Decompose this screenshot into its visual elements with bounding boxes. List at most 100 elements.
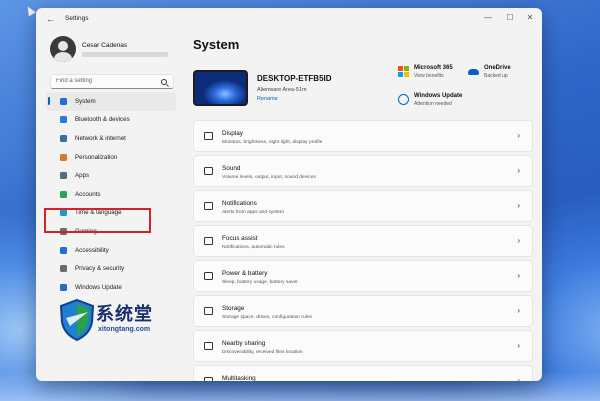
setting-title: Sound xyxy=(222,165,241,172)
avatar[interactable] xyxy=(50,36,76,62)
chevron-right-icon: › xyxy=(517,341,520,350)
update-icon xyxy=(398,94,409,105)
sidebar-item-personalization[interactable]: Personalization xyxy=(46,148,176,167)
watermark-chinese-text: 系统堂 xyxy=(96,304,153,325)
sidebar-item-label: Accessibility xyxy=(75,246,109,254)
sidebar-item-bluetooth-devices[interactable]: Bluetooth & devices xyxy=(46,111,176,130)
quick-link-subtitle: View benefits xyxy=(414,73,444,79)
update-icon xyxy=(60,283,67,291)
device-name: DESKTOP-ETFB5ID xyxy=(257,74,332,83)
minimize-button[interactable]: — xyxy=(478,12,498,24)
setting-card-display[interactable]: Display Monitors, brightness, night light… xyxy=(193,120,533,152)
sidebar-item-windows-update[interactable]: Windows Update xyxy=(46,278,176,297)
system-icon xyxy=(60,97,67,105)
rename-link[interactable]: Rename xyxy=(257,96,278,102)
setting-card-power-battery[interactable]: Power & battery Sleep, battery usage, bat… xyxy=(193,260,533,292)
setting-card-nearby-sharing[interactable]: Nearby sharing Discoverability, received … xyxy=(193,330,533,362)
sidebar-item-label: Accounts xyxy=(75,190,101,198)
setting-card-multitasking[interactable]: Multitasking › xyxy=(193,365,533,381)
wifi-icon xyxy=(60,134,67,142)
search-box[interactable] xyxy=(50,74,174,89)
setting-card-storage[interactable]: Storage Storage space, drives, configurat… xyxy=(193,295,533,327)
shield-icon xyxy=(60,265,67,273)
sidebar-item-accounts[interactable]: Accounts xyxy=(46,185,176,204)
device-model: Alienware Area-51m xyxy=(257,87,307,93)
sidebar-item-privacy-security[interactable]: Privacy & security xyxy=(46,259,176,278)
sidebar-item-network-internet[interactable]: Network & internet xyxy=(46,129,176,148)
setting-title: Focus assist xyxy=(222,235,258,242)
sidebar-item-system[interactable]: System xyxy=(46,92,176,111)
page-title: System xyxy=(193,37,240,52)
brush-icon xyxy=(60,153,67,161)
apps-icon xyxy=(60,172,67,180)
setting-title: Power & battery xyxy=(222,270,268,277)
setting-title: Nearby sharing xyxy=(222,340,266,347)
setting-subtitle: Monitors, brightness, night light, displ… xyxy=(222,140,323,145)
microsoft-icon xyxy=(398,66,409,77)
chevron-right-icon: › xyxy=(517,201,520,210)
title-bar: ← Settings — ☐ ✕ xyxy=(36,8,542,30)
quick-link-title: OneDrive xyxy=(484,65,511,71)
share-icon xyxy=(204,342,213,350)
highlight-box xyxy=(44,208,151,233)
setting-subtitle: Volume levels, output, input, sound devi… xyxy=(222,175,316,180)
watermark-logo: 系统堂 xitongtang.com xyxy=(58,296,188,348)
chevron-right-icon: › xyxy=(517,131,520,140)
quick-link-windows-update[interactable]: Windows Update Attention needed xyxy=(398,93,462,107)
sidebar-item-label: Privacy & security xyxy=(75,265,125,273)
setting-subtitle: Sleep, battery usage, battery saver xyxy=(222,280,298,285)
quick-link-title: Microsoft 365 xyxy=(414,65,453,71)
maximize-button[interactable]: ☐ xyxy=(500,12,520,24)
search-icon[interactable] xyxy=(161,79,167,85)
moon-icon xyxy=(204,237,213,245)
drive-icon xyxy=(204,307,213,315)
quick-link-subtitle: Attention needed xyxy=(414,101,452,107)
settings-list: Display Monitors, brightness, night light… xyxy=(193,120,533,381)
quick-link-onedrive[interactable]: OneDrive Backed up xyxy=(468,65,511,79)
sidebar-nav: System Bluetooth & devices Network & inter… xyxy=(46,92,176,297)
setting-subtitle: Storage space, drives, configuration rul… xyxy=(222,315,312,320)
chevron-right-icon: › xyxy=(517,271,520,280)
setting-title: Storage xyxy=(222,305,245,312)
user-name: Cesar Cadenas xyxy=(82,42,128,49)
cloud-icon xyxy=(468,69,479,75)
power-icon xyxy=(204,272,213,280)
sidebar-item-label: Windows Update xyxy=(75,283,122,291)
shield-logo-icon xyxy=(59,298,95,342)
setting-subtitle: Discoverability, received files location xyxy=(222,350,303,355)
accessibility-icon xyxy=(60,246,67,254)
window-title: Settings xyxy=(65,15,89,22)
close-button[interactable]: ✕ xyxy=(520,12,540,24)
watermark-url: xitongtang.com xyxy=(98,326,151,333)
sidebar-item-accessibility[interactable]: Accessibility xyxy=(46,241,176,260)
monitor-icon xyxy=(204,132,213,140)
quick-link-title: Windows Update xyxy=(414,93,463,99)
sidebar-item-label: Apps xyxy=(75,172,90,180)
sidebar-item-apps[interactable]: Apps xyxy=(46,166,176,185)
setting-card-sound[interactable]: Sound Volume levels, output, input, sound… xyxy=(193,155,533,187)
chevron-right-icon: › xyxy=(517,306,520,315)
person-icon xyxy=(60,190,67,198)
setting-card-notifications[interactable]: Notifications Alerts from apps and system… xyxy=(193,190,533,222)
setting-title: Display xyxy=(222,130,243,137)
search-input[interactable] xyxy=(56,78,156,84)
back-arrow-icon[interactable]: ← xyxy=(46,14,58,24)
bell-icon xyxy=(204,202,213,210)
setting-card-focus-assist[interactable]: Focus assist Notifications, automatic rul… xyxy=(193,225,533,257)
setting-subtitle: Notifications, automatic rules xyxy=(222,245,285,250)
quick-link-microsoft-365[interactable]: Microsoft 365 View benefits xyxy=(398,65,453,79)
device-thumbnail xyxy=(193,70,248,106)
setting-title: Notifications xyxy=(222,200,257,207)
setting-title: Multitasking xyxy=(222,375,256,381)
bluetooth-icon xyxy=(60,116,67,124)
speaker-icon xyxy=(204,167,213,175)
setting-subtitle: Alerts from apps and system xyxy=(222,210,284,215)
sidebar-item-label: Personalization xyxy=(75,153,118,161)
chevron-right-icon: › xyxy=(517,166,520,175)
sidebar-item-label: Bluetooth & devices xyxy=(75,116,130,124)
sidebar-item-label: System xyxy=(75,97,96,105)
chevron-right-icon: › xyxy=(517,376,520,382)
user-email-redacted xyxy=(82,52,168,57)
sidebar-item-label: Network & internet xyxy=(75,134,126,142)
quick-link-subtitle: Backed up xyxy=(484,73,508,79)
